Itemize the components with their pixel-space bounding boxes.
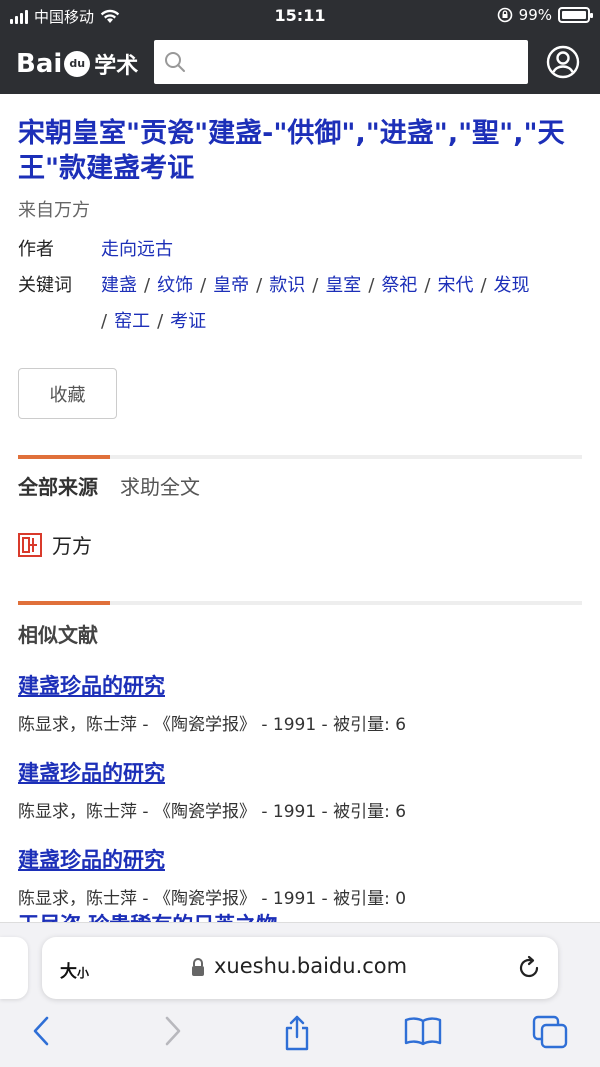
similar-heading: 相似文献 <box>18 623 98 647</box>
keywords-row: 关键词 建盏 / 纹饰 / 皇帝 / 款识 / 皇室 / 祭祀 / 宋代 / 发现 / 窑工 / 考证 <box>18 268 582 340</box>
keyword-link[interactable]: 皇室 <box>325 275 361 296</box>
author-row: 作者 走向远古 <box>18 232 582 268</box>
keyword-separator: / <box>312 275 319 296</box>
text-size-button[interactable]: 大小 <box>60 957 89 982</box>
battery-percent: 99% <box>518 6 552 24</box>
author-link[interactable]: 走向远古 <box>101 239 173 260</box>
collect-button[interactable]: 收藏 <box>18 368 117 419</box>
similar-doc-title-partial[interactable]: 玉尽盗 珍贵稀有的日英之物 <box>18 910 277 922</box>
source-item-wanfang[interactable]: 万方 <box>18 530 582 559</box>
similar-doc-title[interactable]: 建盏珍品的研究 <box>18 757 582 787</box>
keyword-separator: / <box>200 275 207 296</box>
keyword-link[interactable]: 考证 <box>170 311 206 332</box>
similar-doc-meta: 陈显求，陈士萍 - 《陶瓷学报》 - 1991 - 被引量: 6 <box>18 715 407 735</box>
search-box[interactable] <box>154 40 528 84</box>
similar-doc-meta: 陈显求，陈士萍 - 《陶瓷学报》 - 1991 - 被引量: 6 <box>18 802 407 822</box>
keywords-label: 关键词 <box>18 275 72 296</box>
keyword-separator: / <box>157 311 164 332</box>
user-icon[interactable] <box>546 45 580 79</box>
keyword-link[interactable]: 祭祀 <box>381 275 417 296</box>
similar-doc[interactable]: 建盏珍品的研究 陈显求，陈士萍 - 《陶瓷学报》 - 1991 - 被引量: 0 <box>18 844 582 909</box>
keyword-separator: / <box>256 275 263 296</box>
address-bar[interactable]: 大小 xueshu.baidu.com <box>42 937 558 999</box>
previous-tab-peek[interactable] <box>0 937 28 999</box>
browser-bottom-bar: 大小 xueshu.baidu.com <box>0 922 600 1067</box>
source-tabs: 全部来源 求助全文 <box>18 471 582 500</box>
keyword-separator: / <box>424 275 431 296</box>
reload-icon[interactable] <box>516 955 542 981</box>
paper-title: 宋朝皇室"贡瓷"建盏-"供御","进盏","聖","天王"款建盏考证 <box>18 118 565 184</box>
tab-request-fulltext[interactable]: 求助全文 <box>120 471 200 500</box>
share-icon[interactable] <box>282 1015 312 1051</box>
app-header: Bai du 学术 <box>0 32 600 94</box>
search-input[interactable] <box>194 46 514 78</box>
similar-doc-meta: 陈显求，陈士萍 - 《陶瓷学报》 - 1991 - 被引量: 0 <box>18 889 407 909</box>
paw-icon: du <box>64 51 91 77</box>
keyword-link[interactable]: 宋代 <box>437 275 473 296</box>
keyword-link[interactable]: 纹饰 <box>157 275 193 296</box>
keyword-link[interactable]: 建盏 <box>101 275 137 296</box>
similar-doc-title[interactable]: 建盏珍品的研究 <box>18 844 582 874</box>
author-label: 作者 <box>18 239 54 260</box>
baidu-xueshu-logo[interactable]: Bai du 学术 <box>16 48 138 80</box>
browser-toolbar <box>0 1015 600 1055</box>
url-text: xueshu.baidu.com <box>214 954 408 978</box>
similar-doc[interactable]: 建盏珍品的研究 陈显求，陈士萍 - 《陶瓷学报》 - 1991 - 被引量: 6 <box>18 757 582 822</box>
keyword-link[interactable]: 发现 <box>494 275 530 296</box>
search-icon <box>165 52 185 72</box>
similar-doc[interactable]: 建盏珍品的研究 陈显求，陈士萍 - 《陶瓷学报》 - 1991 - 被引量: 6 <box>18 670 582 735</box>
section-divider-similar <box>18 601 582 605</box>
keyword-link[interactable]: 款识 <box>269 275 305 296</box>
keyword-separator: / <box>101 311 108 332</box>
back-icon[interactable] <box>30 1015 54 1047</box>
bookmarks-icon[interactable] <box>404 1015 442 1047</box>
section-divider <box>18 455 582 459</box>
logo-suffix: 学术 <box>94 54 139 79</box>
wanfang-icon <box>18 532 42 557</box>
logo-text: Bai <box>16 49 63 79</box>
keyword-separator: / <box>144 275 151 296</box>
status-bar: 中国移动 15:11 99% <box>0 0 600 32</box>
keyword-separator: / <box>368 275 375 296</box>
orientation-lock-icon <box>497 7 512 23</box>
keyword-link[interactable]: 皇帝 <box>213 275 249 296</box>
tabs-icon[interactable] <box>532 1015 568 1049</box>
wanfang-label: 万方 <box>52 534 92 558</box>
forward-icon[interactable] <box>160 1015 184 1047</box>
similar-doc-title[interactable]: 建盏珍品的研究 <box>18 670 582 700</box>
tab-all-sources[interactable]: 全部来源 <box>18 471 98 500</box>
battery-icon <box>558 7 593 23</box>
paper-detail: 宋朝皇室"贡瓷"建盏-"供御","进盏","聖","天王"款建盏考证 来自万方 … <box>18 94 582 909</box>
paper-source: 来自万方 <box>18 200 90 221</box>
keyword-link[interactable]: 窑工 <box>114 311 150 332</box>
lock-icon <box>192 958 204 976</box>
keyword-separator: / <box>480 275 487 296</box>
